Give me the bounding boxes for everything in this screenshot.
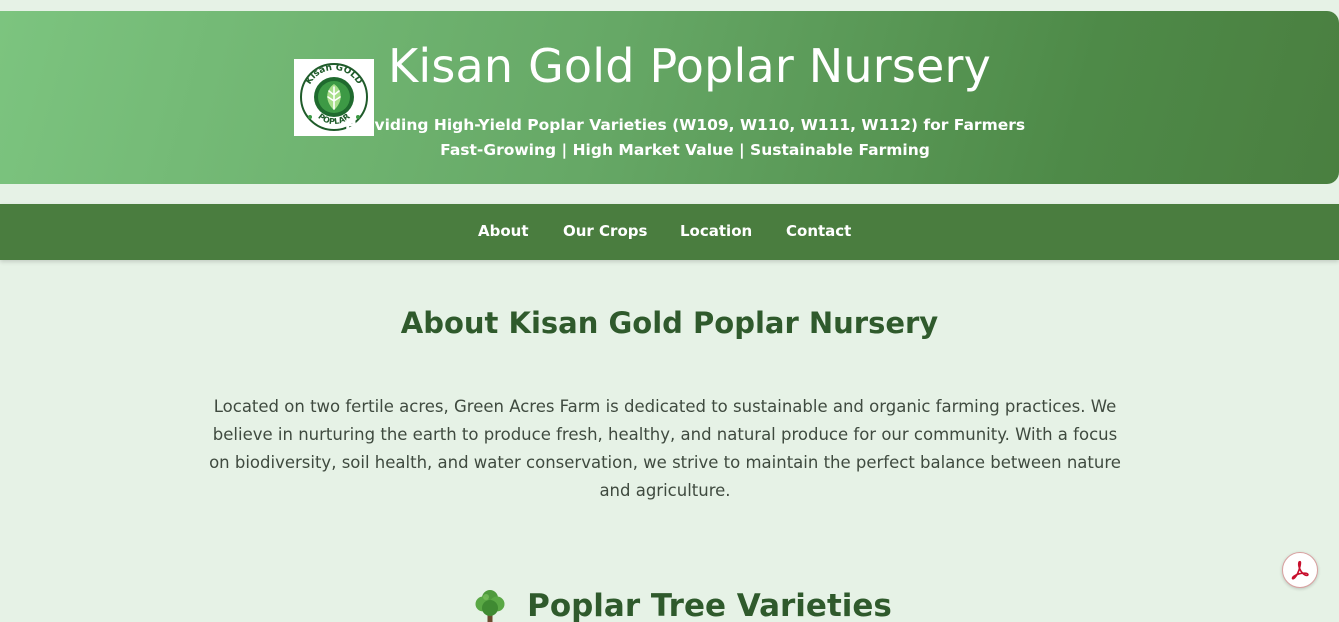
tagline-varieties: Providing High-Yield Poplar Varieties (W…	[344, 116, 1026, 134]
pdf-icon	[1291, 560, 1309, 580]
page: Kisan GOLD POPLAR Kisan Gold Poplar Nurs…	[0, 0, 1339, 622]
about-paragraph: Located on two fertile acres, Green Acre…	[209, 397, 1121, 500]
nav-contact-link[interactable]: Contact	[786, 222, 851, 240]
nav-location-link[interactable]: Location	[680, 222, 752, 240]
varieties-heading: Poplar Tree Varieties	[527, 588, 892, 622]
varieties-heading-row: Poplar Tree Varieties	[474, 588, 892, 622]
site-header: Kisan GOLD POPLAR Kisan Gold Poplar Nurs…	[0, 11, 1339, 184]
nav-our-crops-link[interactable]: Our Crops	[563, 222, 647, 240]
site-title: Kisan Gold Poplar Nursery	[388, 39, 992, 93]
main-navbar: About Our Crops Location Contact	[0, 204, 1339, 260]
pdf-download-button[interactable]	[1282, 552, 1318, 588]
tree-icon	[475, 590, 505, 622]
tagline-benefits: Fast-Growing | High Market Value | Susta…	[440, 141, 930, 159]
nav-about-link[interactable]: About	[478, 222, 529, 240]
about-heading: About Kisan Gold Poplar Nursery	[400, 306, 939, 340]
